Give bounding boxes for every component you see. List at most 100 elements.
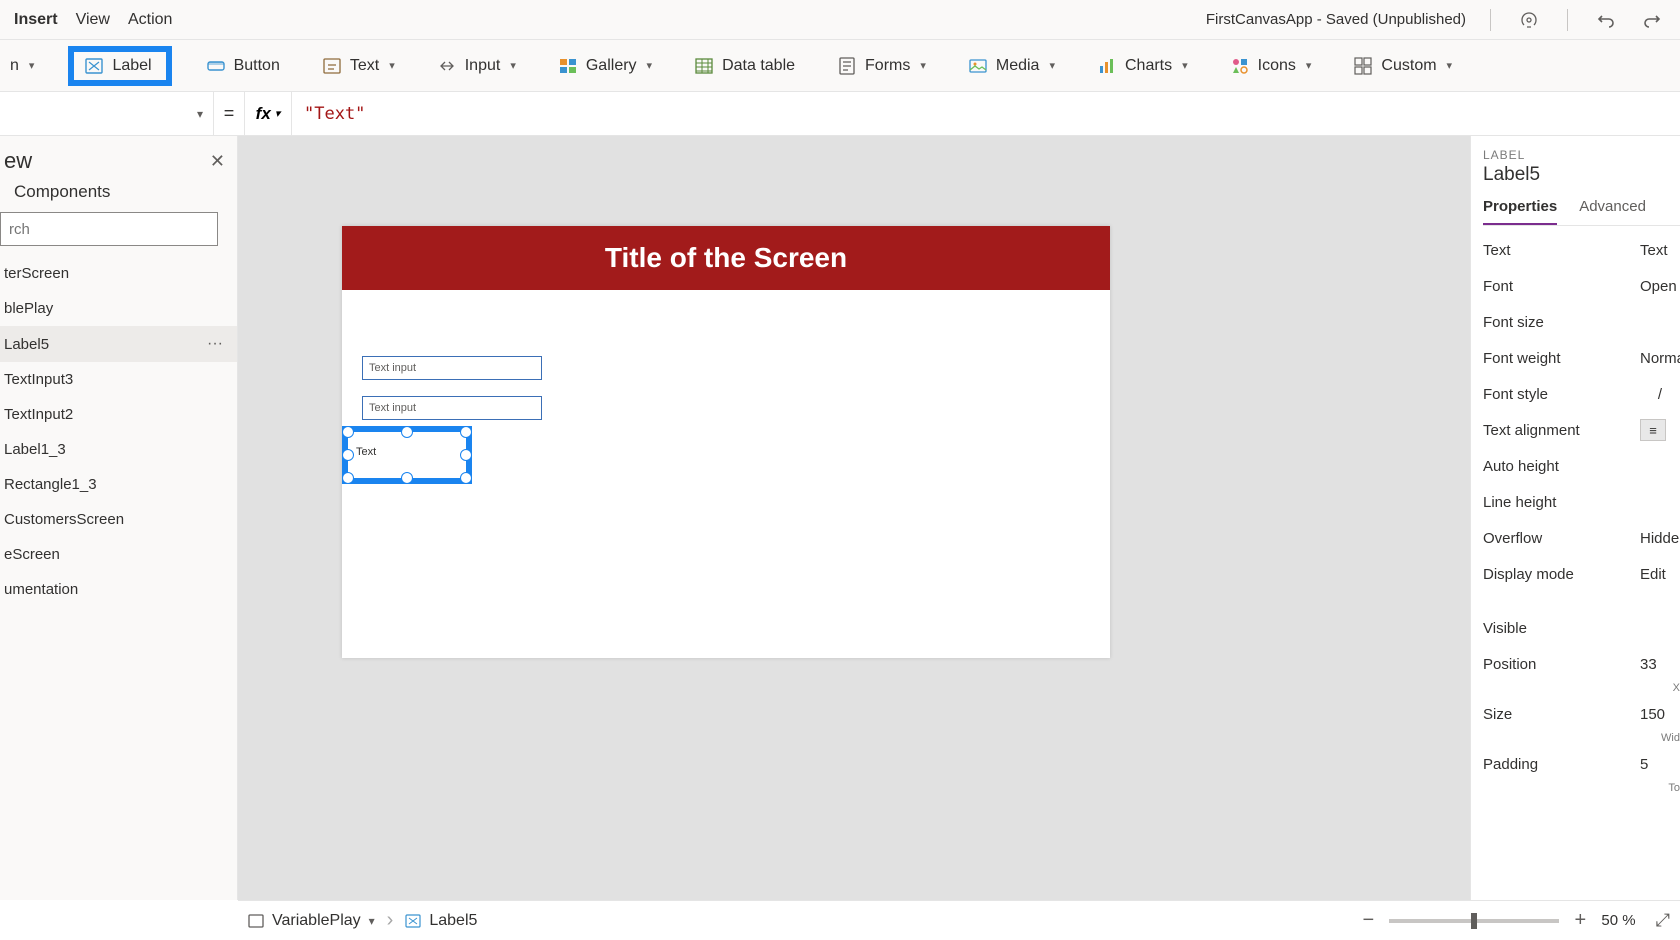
insert-ribbon: n▾ Label Button Text▾ Input▾ Gallery▾	[0, 40, 1680, 92]
insert-input-button[interactable]: Input▾	[429, 50, 524, 82]
zoom-out-button[interactable]: −	[1359, 909, 1377, 932]
tree-item[interactable]: TextInput2	[0, 397, 237, 432]
close-icon[interactable]: ✕	[210, 151, 225, 172]
selected-label-text: Text	[356, 446, 376, 458]
insert-text-button[interactable]: Text▾	[314, 50, 403, 82]
zoom-slider[interactable]	[1389, 919, 1559, 923]
insert-button-button[interactable]: Button	[198, 50, 288, 82]
control-kind: LABEL	[1483, 148, 1680, 162]
breadcrumb-control[interactable]: Label5	[405, 912, 477, 930]
tree-item[interactable]: terScreen	[0, 256, 237, 291]
tab-advanced[interactable]: Advanced	[1579, 198, 1646, 225]
prop-padding[interactable]: Padding5	[1483, 746, 1680, 782]
insert-label-text: Label	[112, 57, 151, 75]
property-selector[interactable]: ▾	[0, 92, 214, 135]
app-status: FirstCanvasApp - Saved (Unpublished)	[1206, 11, 1466, 28]
tree-item-selected[interactable]: Label5···	[0, 326, 237, 362]
control-name: Label5	[1483, 164, 1680, 186]
resize-handle[interactable]	[342, 426, 354, 438]
tree-item[interactable]: Rectangle1_3	[0, 467, 237, 502]
label-icon	[84, 56, 104, 76]
zoom-percent: 50 %	[1601, 912, 1635, 929]
prop-text[interactable]: TextText	[1483, 232, 1680, 268]
tab-properties[interactable]: Properties	[1483, 198, 1557, 225]
breadcrumb-screen[interactable]: VariablePlay ▾	[248, 912, 375, 930]
gallery-icon	[558, 56, 578, 76]
fx-button[interactable]: fx▾	[244, 92, 292, 135]
tree-view-panel: ew ✕ Components terScreen blePlay Label5…	[0, 136, 238, 900]
prop-font[interactable]: FontOpen S	[1483, 268, 1680, 304]
insert-custom-button[interactable]: Custom▾	[1345, 50, 1460, 82]
selected-label-control[interactable]: Text	[342, 426, 472, 484]
tree-tab-components[interactable]: Components	[0, 180, 237, 212]
zoom-in-button[interactable]: +	[1571, 909, 1589, 932]
prop-size[interactable]: Size150	[1483, 696, 1680, 732]
tree-item[interactable]: Label1_3	[0, 432, 237, 467]
prop-font-weight[interactable]: Font weightNorma	[1483, 340, 1680, 376]
canvas-area[interactable]: Title of the Screen Text input Text inpu…	[238, 136, 1470, 900]
tree-list: terScreen blePlay Label5··· TextInput3 T…	[0, 256, 237, 900]
health-icon[interactable]	[1515, 6, 1543, 34]
media-icon	[968, 56, 988, 76]
fit-to-window-icon[interactable]: ⤢	[1656, 910, 1670, 931]
menu-view[interactable]: View	[76, 11, 110, 29]
datatable-icon	[694, 56, 714, 76]
resize-handle[interactable]	[342, 449, 354, 461]
prop-display-mode[interactable]: Display modeEdit	[1483, 556, 1680, 592]
breadcrumb-chevron-icon: ›	[387, 909, 394, 932]
prop-position-sub: X	[1483, 682, 1680, 696]
canvas-textinput-2[interactable]: Text input	[362, 396, 542, 420]
align-left-icon[interactable]: ≡	[1640, 419, 1666, 441]
formula-input[interactable]	[292, 92, 1680, 135]
zoom-controls: − + 50 %	[1359, 909, 1635, 932]
prop-position[interactable]: Position33	[1483, 646, 1680, 682]
tree-title-fragment: ew	[4, 148, 32, 174]
insert-charts-button[interactable]: Charts▾	[1089, 50, 1196, 82]
insert-media-button[interactable]: Media▾	[960, 50, 1063, 82]
undo-icon[interactable]	[1592, 6, 1620, 34]
tree-item[interactable]: CustomersScreen	[0, 502, 237, 537]
more-icon[interactable]: ···	[207, 335, 231, 353]
resize-handle[interactable]	[460, 472, 472, 484]
prop-visible[interactable]: Visible	[1483, 610, 1680, 646]
insert-datatable-button[interactable]: Data table	[686, 50, 803, 82]
rect-icon	[248, 913, 264, 929]
new-screen-fragment[interactable]: n▾	[10, 51, 42, 81]
canvas-textinput-1[interactable]: Text input	[362, 356, 542, 380]
menu-bar: Insert View Action FirstCanvasApp - Save…	[0, 0, 1680, 40]
properties-panel: LABEL Label5 Properties Advanced TextTex…	[1470, 136, 1680, 900]
resize-handle[interactable]	[401, 472, 413, 484]
menu-action[interactable]: Action	[128, 11, 172, 29]
tree-item[interactable]: TextInput3	[0, 362, 237, 397]
insert-icons-button[interactable]: Icons▾	[1222, 50, 1320, 82]
redo-icon[interactable]	[1638, 6, 1666, 34]
zoom-thumb[interactable]	[1471, 913, 1477, 929]
resize-handle[interactable]	[342, 472, 354, 484]
tree-search-input[interactable]	[0, 212, 218, 246]
button-icon	[206, 56, 226, 76]
formula-bar: ▾ = fx▾	[0, 92, 1680, 136]
prop-line-height[interactable]: Line height	[1483, 484, 1680, 520]
resize-handle[interactable]	[460, 449, 472, 461]
prop-auto-height[interactable]: Auto height	[1483, 448, 1680, 484]
insert-forms-button[interactable]: Forms▾	[829, 50, 934, 82]
input-icon	[437, 56, 457, 76]
resize-handle[interactable]	[460, 426, 472, 438]
insert-label-button[interactable]: Label	[68, 46, 171, 86]
text-icon	[322, 56, 342, 76]
app-screen[interactable]: Title of the Screen Text input Text inpu…	[342, 226, 1110, 658]
screen-title-bar[interactable]: Title of the Screen	[342, 226, 1110, 290]
insert-gallery-button[interactable]: Gallery▾	[550, 50, 660, 82]
prop-font-size[interactable]: Font size	[1483, 304, 1680, 340]
resize-handle[interactable]	[401, 426, 413, 438]
prop-font-style[interactable]: Font style/	[1483, 376, 1680, 412]
menu-insert[interactable]: Insert	[14, 11, 58, 29]
tree-item[interactable]: umentation	[0, 572, 237, 607]
chevron-down-icon: ▾	[369, 914, 375, 928]
icons-icon	[1230, 56, 1250, 76]
label-icon	[405, 913, 421, 929]
tree-item[interactable]: eScreen	[0, 537, 237, 572]
tree-item[interactable]: blePlay	[0, 291, 237, 326]
prop-overflow[interactable]: OverflowHidden	[1483, 520, 1680, 556]
prop-text-align[interactable]: Text alignment≡	[1483, 412, 1680, 448]
